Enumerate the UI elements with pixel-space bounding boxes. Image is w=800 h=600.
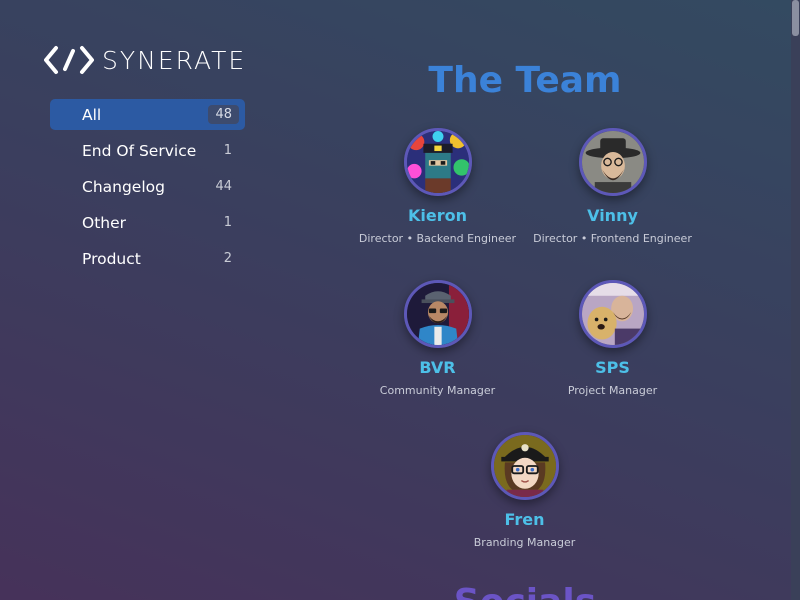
brand-logo[interactable]: SYNERATE bbox=[44, 44, 246, 76]
team-member-card: Fren Branding Manager bbox=[437, 432, 612, 549]
member-name: Fren bbox=[504, 510, 545, 529]
brand-name: SYNERATE bbox=[102, 45, 247, 75]
team-member-card: SPS Project Manager bbox=[525, 280, 700, 397]
category-item-end-of-service[interactable]: End Of Service 1 bbox=[50, 135, 245, 166]
category-count: 1 bbox=[223, 143, 232, 158]
member-name: Kieron bbox=[407, 206, 467, 225]
member-name: Vinny bbox=[587, 206, 638, 225]
member-role: Director • Backend Engineer bbox=[358, 232, 517, 245]
category-count: 44 bbox=[215, 179, 232, 194]
kieron-avatar bbox=[403, 128, 472, 196]
team-member-card: Vinny Director • Frontend Engineer bbox=[525, 128, 700, 245]
scrollbar-thumb[interactable] bbox=[792, 0, 799, 36]
category-item-all[interactable]: All 48 bbox=[50, 99, 245, 130]
bvr-avatar bbox=[403, 280, 472, 348]
category-label: Other bbox=[82, 213, 127, 232]
team-member-card: BVR Community Manager bbox=[350, 280, 525, 397]
member-role: Community Manager bbox=[379, 384, 496, 397]
category-label: End Of Service bbox=[82, 141, 197, 160]
team-member-card: Kieron Director • Backend Engineer bbox=[350, 128, 525, 245]
category-label: All bbox=[82, 105, 102, 124]
category-sidebar: All 48 End Of Service 1 Changelog 44 Oth… bbox=[50, 99, 245, 279]
category-item-other[interactable]: Other 1 bbox=[50, 207, 245, 238]
category-count: 1 bbox=[223, 215, 232, 230]
page-scrollbar[interactable] bbox=[791, 0, 800, 600]
category-count-badge: 48 bbox=[208, 105, 239, 124]
socials-title: Socials bbox=[350, 582, 700, 600]
member-role: Director • Frontend Engineer bbox=[533, 232, 692, 245]
vinny-avatar bbox=[578, 128, 647, 196]
team-title: The Team bbox=[428, 60, 622, 101]
category-label: Product bbox=[82, 249, 141, 268]
member-role: Project Manager bbox=[567, 384, 658, 397]
member-name: BVR bbox=[419, 358, 456, 377]
category-item-product[interactable]: Product 2 bbox=[50, 243, 245, 274]
fren-avatar bbox=[490, 432, 559, 500]
category-item-changelog[interactable]: Changelog 44 bbox=[50, 171, 245, 202]
member-name: SPS bbox=[595, 358, 630, 377]
synerate-logo-icon bbox=[44, 44, 94, 76]
category-count: 2 bbox=[223, 251, 232, 266]
category-label: Changelog bbox=[82, 177, 165, 196]
member-role: Branding Manager bbox=[473, 536, 576, 549]
sps-avatar bbox=[578, 280, 647, 348]
